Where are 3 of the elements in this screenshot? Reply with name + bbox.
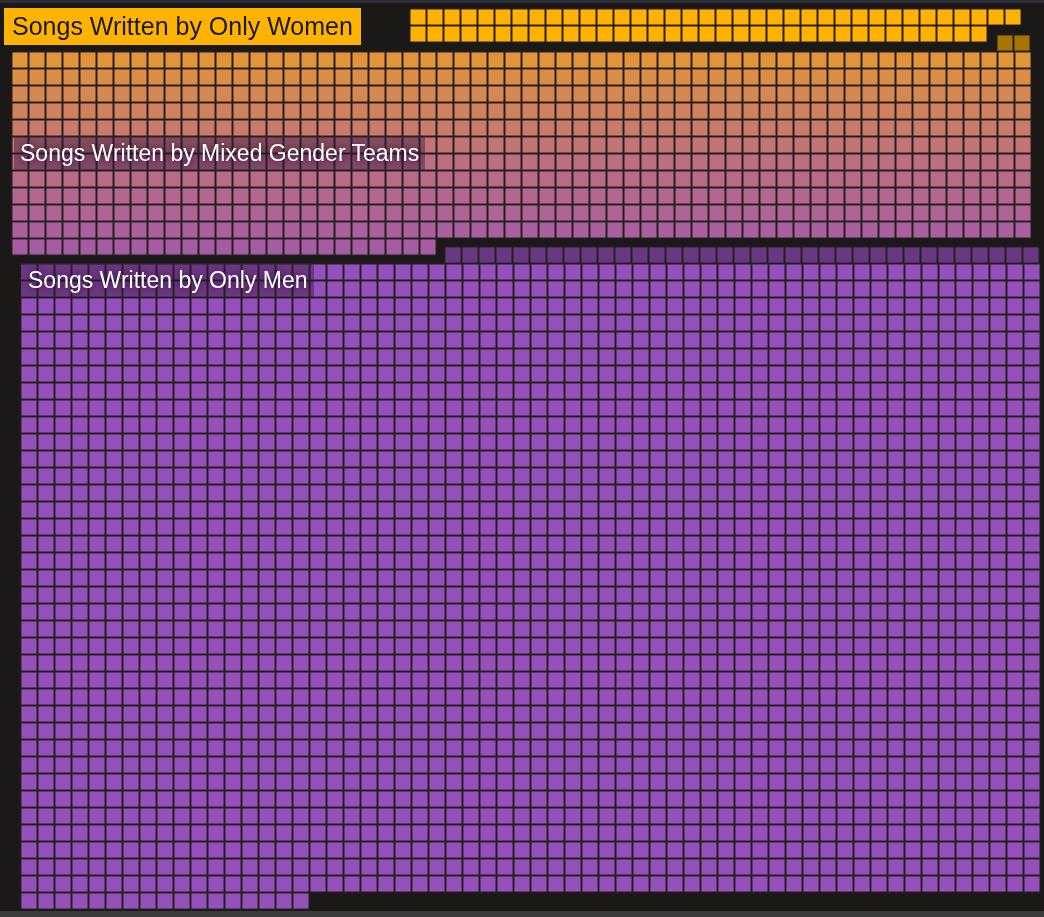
group-label: Songs Written by Only Women: [4, 8, 361, 45]
group-label: Songs Written by Only Men: [22, 263, 314, 297]
group-label: Songs Written by Mixed Gender Teams: [14, 136, 426, 170]
